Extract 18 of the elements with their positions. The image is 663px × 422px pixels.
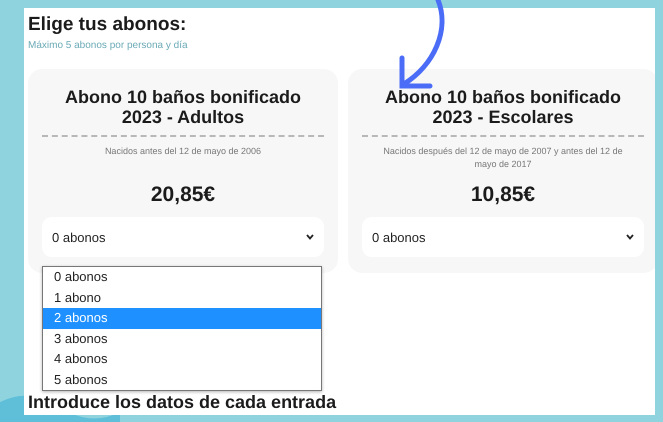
page-subtitle: Máximo 5 abonos por persona y día <box>28 40 189 51</box>
pass-price: 10,85€ <box>470 183 536 207</box>
chevron-down-icon <box>626 234 634 240</box>
dropdown-option[interactable]: 1 abono <box>43 288 321 308</box>
page-heading: Elige tus abonos: <box>28 14 188 36</box>
pass-price: 20,85€ <box>150 183 216 207</box>
section-heading: Introduce los datos de cada entrada <box>28 392 338 413</box>
dropdown-option[interactable]: 3 abonos <box>43 328 321 349</box>
dropdown-option[interactable]: 0 abonos <box>43 267 321 288</box>
quantity-select[interactable]: 0 abonos <box>42 217 324 257</box>
chevron-down-icon <box>306 234 314 240</box>
birth-date-note: Nacidos antes del 12 de mayo de 2006 <box>104 145 262 158</box>
dropdown-option[interactable]: 5 abonos <box>43 370 321 390</box>
birth-date-note: Nacidos después del 12 de mayo de 2007 y antes del 12 de mayo de 2017 <box>382 145 624 171</box>
dropdown-option[interactable]: 4 abonos <box>43 349 321 370</box>
pass-title: Abono 10 baños bonificado 2023 - Escolares <box>384 87 622 127</box>
quantity-select[interactable]: 0 abonos <box>362 217 644 257</box>
pass-title: Abono 10 baños bonificado 2023 - Adultos <box>64 87 302 127</box>
